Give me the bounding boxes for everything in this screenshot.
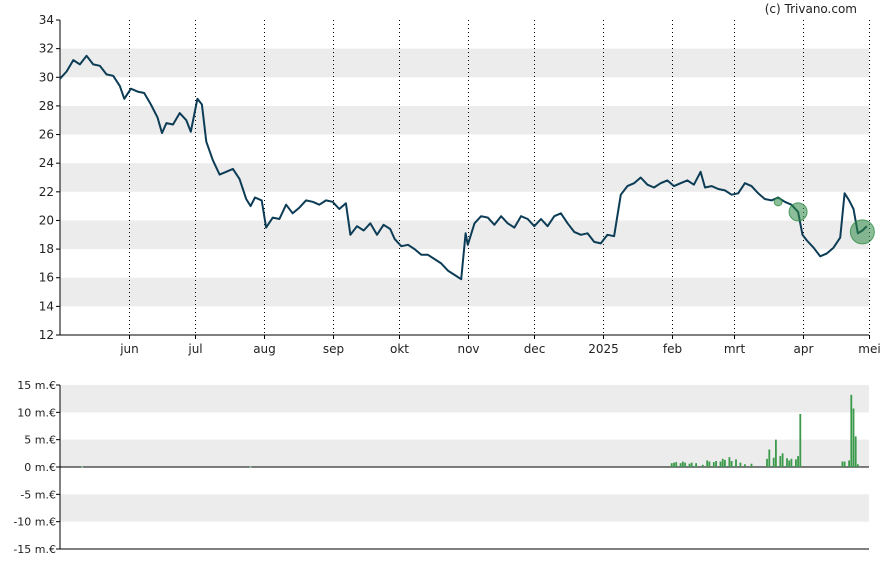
volume-bar <box>766 458 768 467</box>
x-tick-label: 2025 <box>588 342 619 356</box>
volume-panel: 15 m.€ 10 m.€ 5 m.€ 0 m.€ -5 m.€ -10 m.€ -15 m… <box>13 379 869 556</box>
volume-bar <box>690 462 693 467</box>
volume-bar <box>735 459 737 467</box>
volume-bar <box>679 463 682 467</box>
volume-bar <box>750 463 753 467</box>
volume-bar <box>715 460 717 467</box>
volume-bar <box>706 460 709 467</box>
y-tick-label: 16 <box>39 271 54 285</box>
credit-label: (c) Trivano.com <box>765 2 857 16</box>
trade-marker <box>788 202 808 222</box>
volume-bar <box>728 457 731 467</box>
volume-bar <box>772 457 775 467</box>
x-tick-label: sep <box>323 342 344 356</box>
grid-band <box>60 277 869 307</box>
grid-band <box>60 494 869 522</box>
volume-bar <box>721 458 724 467</box>
x-tick-label: aug <box>253 342 276 356</box>
x-tick-label: apr <box>794 342 814 356</box>
grid-band <box>60 385 869 413</box>
volume-bar <box>701 464 704 467</box>
volume-bar <box>708 461 711 467</box>
volume-bar <box>249 466 252 468</box>
volume-bar <box>744 464 746 467</box>
volume-bar <box>786 458 788 467</box>
y-tick-label: 22 <box>39 185 54 199</box>
y-tick-label: 26 <box>39 128 54 142</box>
volume-bar <box>788 460 791 467</box>
grid-band <box>60 439 869 467</box>
volume-bar <box>670 463 673 467</box>
y-tick-label: 24 <box>39 156 54 170</box>
y-tick-label: 20 <box>39 213 54 227</box>
x-tick-label: mrt <box>724 342 746 356</box>
y-tick-label: 14 <box>39 299 54 313</box>
y-tick-label: 18 <box>39 242 54 256</box>
volume-bar <box>724 459 726 467</box>
y-tick-label: -5 m.€ <box>20 488 56 501</box>
volume-bar <box>688 463 691 467</box>
volume-bar <box>843 461 846 467</box>
grid-band <box>60 48 869 78</box>
volume-bar <box>857 464 859 467</box>
volume-bar <box>799 413 802 467</box>
grid-band <box>60 163 869 192</box>
x-tick-label: mei <box>858 342 880 356</box>
stock-chart: 12 14 16 18 20 22 24 26 28 30 32 34 jun jul aug sep okt… <box>13 2 881 556</box>
x-tick-label: jun <box>119 342 139 356</box>
y-tick-label: 32 <box>39 42 54 56</box>
y-tick-label: 5 m.€ <box>24 434 56 447</box>
trade-marker <box>849 219 875 245</box>
volume-bar <box>739 462 742 467</box>
volume-bar <box>841 461 844 467</box>
volume-bar <box>852 408 855 467</box>
y-tick-label: 0 m.€ <box>24 461 56 474</box>
y-tick-label: 28 <box>39 99 54 113</box>
volume-bar <box>81 466 84 468</box>
volume-bar <box>775 439 777 467</box>
volume-bar <box>790 458 793 467</box>
volume-bar <box>848 460 850 467</box>
y-tick-label: -10 m.€ <box>13 516 56 529</box>
x-tick-label: dec <box>524 342 546 356</box>
y-tick-label: 10 m.€ <box>17 406 56 419</box>
grid-band <box>60 105 869 135</box>
x-tick-label: nov <box>457 342 479 356</box>
volume-bar <box>719 461 722 467</box>
volume-bar <box>854 436 857 467</box>
volume-bar <box>797 456 799 467</box>
trade-marker <box>773 197 783 207</box>
volume-bar <box>795 459 797 467</box>
y-tick-label: 15 m.€ <box>17 379 56 392</box>
y-tick-label: 30 <box>39 70 54 84</box>
volume-bar <box>730 460 733 467</box>
x-tick-label: feb <box>663 342 682 356</box>
volume-bar <box>779 456 782 467</box>
y-tick-label: 12 <box>39 328 54 342</box>
x-tick-label: jul <box>187 342 202 356</box>
volume-bar <box>675 462 678 467</box>
volume-bar <box>695 463 697 467</box>
y-tick-label: 34 <box>39 13 54 27</box>
x-tick-label: okt <box>390 342 409 356</box>
volume-bar <box>712 462 715 467</box>
volume-bar <box>768 449 771 467</box>
y-tick-label: -15 m.€ <box>13 543 56 556</box>
volume-bar <box>673 462 675 467</box>
volume-bar <box>684 462 686 467</box>
volume-bar <box>781 453 784 467</box>
volume-bar <box>681 461 684 467</box>
price-panel: 12 14 16 18 20 22 24 26 28 30 32 34 jun jul aug sep okt… <box>39 13 881 356</box>
volume-bar <box>850 394 853 467</box>
